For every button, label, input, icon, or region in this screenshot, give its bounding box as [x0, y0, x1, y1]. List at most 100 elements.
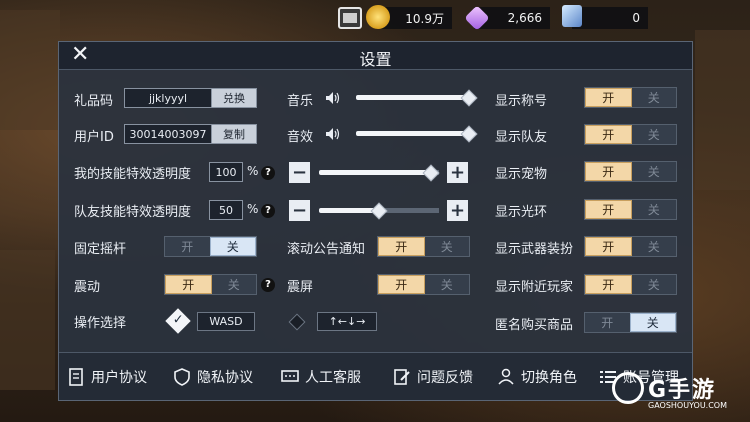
user-id-field: 30014003097	[124, 124, 212, 144]
user-agreement-link[interactable]: 用户协议	[67, 365, 147, 389]
background-shelf	[695, 30, 750, 190]
toggle-off-option[interactable]: 关	[424, 237, 469, 256]
background-shelf	[0, 250, 55, 390]
toggle-on-option[interactable]: 开	[585, 275, 632, 294]
my-skill-slider-knob[interactable]	[422, 164, 440, 182]
gift-code-input[interactable]: jjklyyyl	[124, 88, 212, 108]
redeem-button[interactable]: 兑换	[211, 88, 257, 108]
music-slider-knob[interactable]	[460, 89, 478, 107]
toggle-off-option[interactable]: 关	[631, 200, 676, 219]
tv-icon[interactable]	[338, 7, 362, 29]
show-weapon-toggle[interactable]: 开 关	[584, 236, 677, 257]
toggle-off-option[interactable]: 关	[211, 275, 256, 294]
shield-icon	[174, 368, 190, 386]
toggle-on-option[interactable]: 开	[585, 200, 632, 219]
site-watermark: G手游 GAOSHOUYOU.COM	[612, 370, 732, 416]
my-skill-opacity-input[interactable]: 100	[209, 162, 243, 182]
music-label: 音乐	[287, 94, 314, 109]
toggle-on-option[interactable]: 开	[585, 237, 632, 256]
watermark-name: G手游	[648, 378, 717, 403]
sfx-label: 音效	[287, 130, 314, 145]
fixed-joystick-label: 固定摇杆	[74, 242, 127, 257]
help-icon[interactable]: ?	[261, 278, 275, 292]
gold-value: 10.9万	[405, 11, 444, 26]
toggle-on-option[interactable]: 开	[585, 125, 632, 144]
customer-service-label: 人工客服	[305, 370, 361, 386]
speaker-icon	[326, 128, 340, 140]
show-halo-toggle[interactable]: 开 关	[584, 199, 677, 220]
toggle-on-option[interactable]: 开	[378, 275, 425, 294]
background-shelf	[0, 10, 60, 130]
toggle-on-option[interactable]: 开	[165, 237, 210, 256]
team-skill-slider-knob[interactable]	[370, 202, 388, 220]
copy-button[interactable]: 复制	[211, 124, 257, 144]
wasd-option[interactable]: WASD	[197, 312, 255, 331]
percent-sign: %	[247, 202, 259, 216]
team-skill-minus-button[interactable]: −	[289, 200, 310, 221]
toggle-off-option[interactable]: 关	[631, 237, 676, 256]
plus-icon: +	[449, 199, 466, 221]
toggle-off-option[interactable]: 关	[629, 313, 676, 332]
anonymous-purchase-label: 匿名购买商品	[495, 318, 574, 333]
show-title-toggle[interactable]: 开 关	[584, 87, 677, 108]
gift-code-label: 礼品码	[74, 94, 114, 109]
sfx-slider[interactable]	[356, 131, 468, 136]
toggle-on-option[interactable]: 开	[585, 88, 632, 107]
toggle-on-option[interactable]: 开	[165, 275, 212, 294]
show-pet-toggle[interactable]: 开 关	[584, 161, 677, 182]
feedback-link[interactable]: 问题反馈	[393, 365, 473, 389]
diamond-value: 2,666	[507, 11, 542, 25]
help-icon[interactable]: ?	[261, 204, 275, 218]
anonymous-purchase-toggle[interactable]: 开 关	[584, 312, 677, 333]
toggle-off-option[interactable]: 关	[631, 162, 676, 181]
show-team-toggle[interactable]: 开 关	[584, 124, 677, 145]
plus-icon: +	[449, 161, 466, 183]
my-skill-minus-button[interactable]: −	[289, 162, 310, 183]
wasd-radio[interactable]: ✓	[165, 308, 191, 334]
music-slider[interactable]	[356, 95, 468, 100]
speaker-icon	[326, 92, 340, 104]
vibration-label: 震动	[74, 280, 101, 295]
card-counter[interactable]: 0	[562, 5, 648, 29]
show-title-label: 显示称号	[495, 94, 548, 109]
scroll-notice-toggle[interactable]: 开 关	[377, 236, 470, 257]
toggle-on-option[interactable]: 开	[378, 237, 425, 256]
dialog-header: ✕ 设置	[59, 42, 692, 70]
document-icon	[69, 368, 83, 386]
show-nearby-toggle[interactable]: 开 关	[584, 274, 677, 295]
team-skill-plus-button[interactable]: +	[447, 200, 468, 221]
show-pet-label: 显示宠物	[495, 167, 548, 182]
arrows-option[interactable]: ↑←↓→	[317, 312, 377, 331]
help-icon[interactable]: ?	[261, 166, 275, 180]
dialog-footer: 用户协议 隐私协议 人工客服 问题反馈 切换角色 账号管理	[59, 352, 692, 400]
team-skill-opacity-input[interactable]: 50	[209, 200, 243, 220]
customer-service-link[interactable]: 人工客服	[281, 365, 361, 389]
scroll-notice-label: 滚动公告通知	[287, 242, 366, 257]
toggle-off-option[interactable]: 关	[424, 275, 469, 294]
checkmark-icon: ✓	[172, 312, 184, 328]
gold-counter[interactable]: 10.9万	[366, 5, 452, 29]
privacy-link[interactable]: 隐私协议	[173, 365, 253, 389]
toggle-off-option[interactable]: 关	[631, 88, 676, 107]
arrows-radio[interactable]	[288, 313, 306, 331]
fixed-joystick-toggle[interactable]: 开 关	[164, 236, 257, 257]
sfx-slider-knob[interactable]	[460, 125, 478, 143]
my-skill-plus-button[interactable]: +	[447, 162, 468, 183]
screen-shake-label: 震屏	[287, 280, 314, 295]
diamond-counter[interactable]: 2,666	[464, 5, 550, 31]
switch-role-label: 切换角色	[521, 370, 577, 386]
toggle-off-option[interactable]: 关	[631, 275, 676, 294]
switch-role-link[interactable]: 切换角色	[497, 365, 577, 389]
watermark-url: GAOSHOUYOU.COM	[648, 401, 728, 410]
toggle-off-option[interactable]: 关	[209, 237, 256, 256]
my-skill-opacity-slider[interactable]	[319, 170, 439, 175]
toggle-off-option[interactable]: 关	[631, 125, 676, 144]
vibration-toggle[interactable]: 开 关	[164, 274, 257, 295]
watermark-logo-icon	[612, 372, 644, 404]
toggle-on-option[interactable]: 开	[585, 162, 632, 181]
toggle-on-option[interactable]: 开	[585, 313, 630, 332]
dialog-title: 设置	[359, 50, 392, 69]
diamond-icon	[464, 5, 490, 31]
privacy-label: 隐私协议	[197, 370, 253, 386]
screen-shake-toggle[interactable]: 开 关	[377, 274, 470, 295]
